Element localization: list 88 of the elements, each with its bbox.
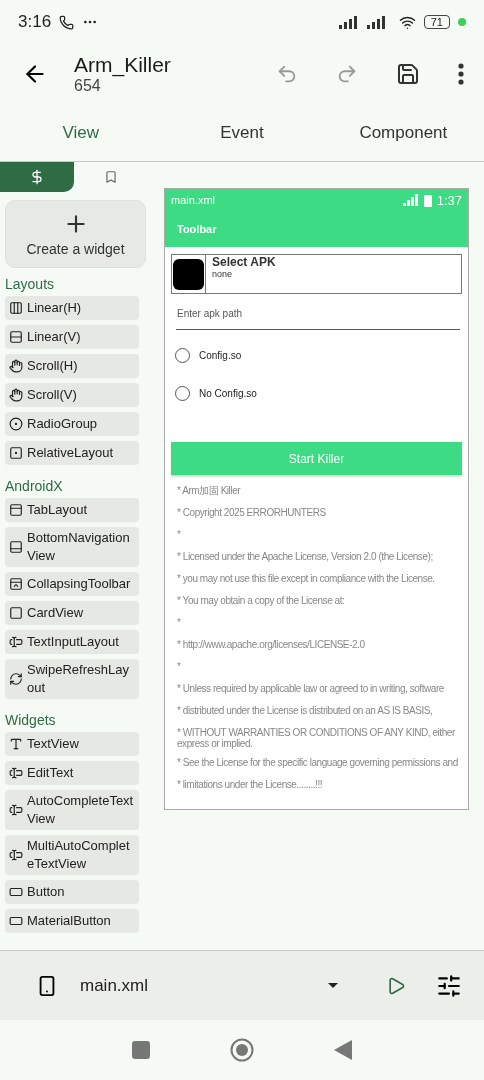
widget-item[interactable]: Scroll(H) [5, 354, 139, 378]
radio-circle[interactable] [175, 347, 190, 363]
app-logo-placeholder [173, 258, 204, 290]
hand-icon [9, 359, 23, 373]
license-line: * WITHOUT WARRANTIES OR CONDITIONS OF ANY KIND, either express or implied. [177, 726, 456, 749]
columns-icon [9, 301, 23, 315]
preview-signal-icon [402, 194, 419, 206]
widget-item[interactable]: BottomNavigationView [5, 527, 139, 567]
license-line: * Licensed under the Apache License, Version 2.0 (the License); [177, 550, 434, 564]
create-widget-button[interactable]: Create a widget [5, 200, 146, 268]
radio-option[interactable]: Config.so [165, 342, 468, 368]
widgets-tab[interactable] [0, 162, 74, 192]
license-line: * See the License for the specific language governing permissions and [177, 756, 458, 770]
widget-item[interactable]: CollapsingToolbar [5, 572, 139, 596]
hand-icon [9, 388, 23, 402]
section-heading: Layouts [5, 276, 56, 292]
collapse-icon [9, 577, 23, 591]
license-line: * You may obtain a copy of the License at: [177, 594, 346, 608]
tab[interactable]: Event [161, 104, 323, 161]
frame-icon [9, 446, 23, 460]
widget-item[interactable]: TabLayout [5, 498, 139, 522]
text-input-icon [9, 635, 23, 649]
widget-item[interactable]: RadioGroup [5, 412, 139, 436]
license-line: * limitations under the License........!!! [177, 778, 324, 792]
license-line: * http://www.apache.org/licenses/LICENSE-2.0 [177, 638, 366, 652]
radio-icon [9, 417, 23, 431]
undo-icon [276, 63, 298, 85]
dropdown-caret-icon[interactable] [328, 983, 338, 988]
tab-layout-icon [9, 503, 23, 517]
tab[interactable]: View [0, 104, 162, 161]
section-heading: AndroidX [5, 478, 64, 494]
text-input-icon [9, 766, 23, 780]
tab[interactable]: Component [322, 104, 484, 161]
refresh-icon [9, 672, 23, 686]
widget-item[interactable]: AutoCompleteTextView [5, 790, 139, 830]
widget-item[interactable]: Linear(H) [5, 296, 139, 320]
status-time: 3:16 [18, 12, 52, 32]
license-line: * distributed under the License is distributed on an AS IS BASIS, [177, 704, 434, 718]
text-input-icon [9, 803, 23, 817]
widget-item[interactable]: Linear(V) [5, 325, 139, 349]
radio-option[interactable]: No Config.so [165, 380, 468, 406]
more-icon [458, 63, 464, 85]
redo-icon [336, 63, 358, 85]
button-icon [9, 885, 23, 899]
status-dot-icon [458, 18, 466, 26]
preview-toolbar: Toolbar [165, 211, 468, 247]
widget-item[interactable]: MaterialButton [5, 909, 139, 933]
license-line: * Arm加固 Killer [177, 484, 242, 498]
button-icon [9, 914, 23, 928]
license-line: * [177, 528, 182, 542]
battery-indicator: 71 [423, 15, 450, 29]
widget-item[interactable]: RelativeLayout [5, 441, 139, 465]
run-button[interactable] [386, 975, 406, 996]
bookmark-icon [104, 170, 118, 184]
select-apk-title: Select APK [212, 255, 276, 269]
license-line: * Copyright 2025 ERRORHUNTERS [177, 506, 327, 520]
rows-icon [9, 330, 23, 344]
license-line: * Unless required by applicable law or agreed to in writing, software [177, 682, 445, 696]
preview-file-name: main.xml [171, 194, 215, 206]
license-line: * you may not use this file except in compliance with the License. [177, 572, 436, 586]
settings-button[interactable] [436, 972, 462, 999]
widget-item[interactable]: TextView [5, 732, 139, 756]
phone-icon [59, 14, 75, 30]
select-apk-subtitle: none [212, 269, 234, 279]
save-icon [396, 62, 420, 86]
license-line: * [177, 660, 182, 674]
widget-item[interactable]: CardView [5, 601, 139, 625]
widget-item[interactable]: MultiAutoCompleteTextView [5, 835, 139, 875]
home-icon[interactable] [230, 1038, 254, 1062]
select-apk-card[interactable]: Select APK none [171, 254, 462, 294]
license-line: * [177, 616, 182, 630]
preview-battery-icon [423, 193, 432, 207]
preview-time: 1:37 [436, 192, 462, 208]
project-title: Arm_Killer [74, 53, 172, 77]
widget-item[interactable]: EditText [5, 761, 139, 785]
radio-circle[interactable] [175, 385, 190, 401]
text-input-icon [9, 848, 23, 862]
widget-item[interactable]: TextInputLayout [5, 630, 139, 654]
layout-file-name: main.xml [80, 975, 149, 996]
card-icon [9, 606, 23, 620]
widget-item[interactable]: SwipeRefreshLayout [5, 659, 139, 699]
project-id: 654 [74, 77, 102, 95]
widget-item[interactable]: Button [5, 880, 139, 904]
section-heading: Widgets [5, 712, 57, 728]
bottom-bar-icon [9, 540, 23, 554]
widget-item[interactable]: Scroll(V) [5, 383, 139, 407]
back-nav-icon[interactable] [334, 1040, 352, 1060]
text-icon [9, 737, 23, 751]
